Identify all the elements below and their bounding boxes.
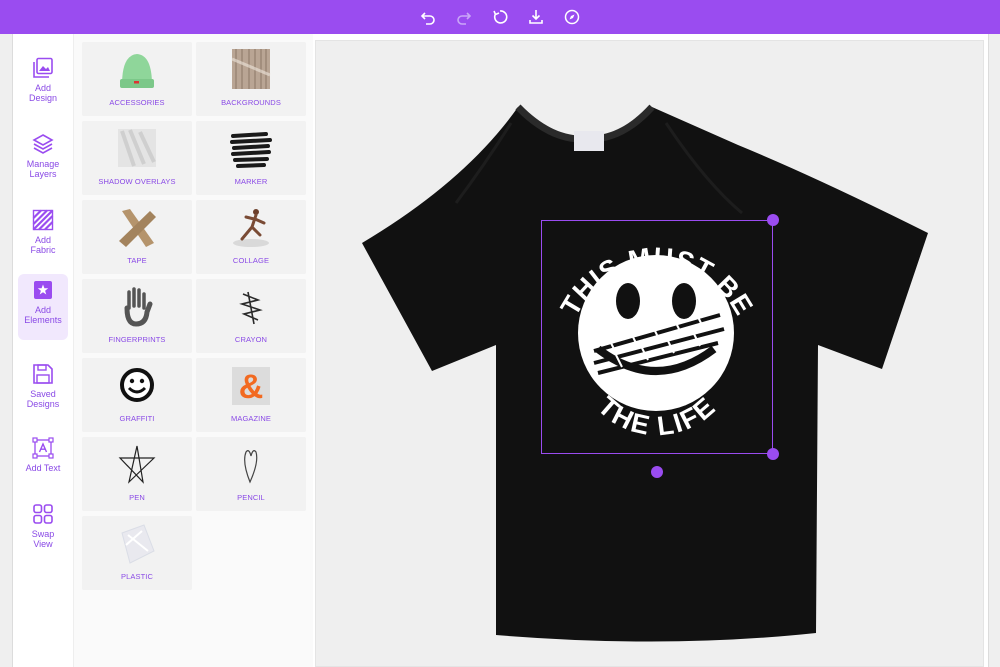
plastic-wrap-icon <box>121 524 155 564</box>
sidebar-item-label: Saved Designs <box>26 389 60 409</box>
element-tile-label: CRAYON <box>234 335 268 344</box>
crayon-scribble-icon <box>239 291 263 325</box>
neck-label <box>574 131 604 151</box>
sidebar-item-label: Add Elements <box>24 305 62 325</box>
marker-scribble-icon <box>230 132 272 168</box>
element-tile-fingerprints[interactable]: FINGERPRINTS <box>82 279 192 353</box>
collage-figure-icon <box>233 209 269 247</box>
graffiti-smiley-icon <box>120 368 154 402</box>
element-tile-label: MARKER <box>234 177 268 186</box>
element-tile-pencil[interactable]: PENCIL <box>196 437 306 511</box>
sidebar-item-add-fabric[interactable]: Add Fabric <box>18 204 68 270</box>
redo-icon <box>457 12 472 25</box>
sidebar-item-manage-layers[interactable]: Manage Layers <box>18 128 68 194</box>
element-tile-label: FINGERPRINTS <box>108 335 166 344</box>
sidebar-rail: Add Design Manage Layers Add Fabric Add … <box>13 34 73 667</box>
element-tile-pen[interactable]: PEN <box>82 437 192 511</box>
editor-frame: Add Design Manage Layers Add Fabric Add … <box>12 34 989 667</box>
element-tile-label: TAPE <box>127 256 147 265</box>
rotate-handle-top-right[interactable] <box>767 214 779 226</box>
sidebar-item-label: Manage Layers <box>26 159 60 179</box>
sidebar-item-label: Add Text <box>25 463 61 473</box>
pen-star-icon <box>118 445 156 484</box>
element-tile-accessories[interactable]: ACCESSORIES <box>82 42 192 116</box>
element-tile-label: GRAFFITI <box>119 414 155 423</box>
element-tile-label: COLLAGE <box>232 256 270 265</box>
element-tile-label: PLASTIC <box>121 572 153 581</box>
sidebar-item-add-text[interactable]: Add Text <box>18 432 68 498</box>
element-tile-crayon[interactable]: CRAYON <box>196 279 306 353</box>
sidebar-item-label: Swap View <box>31 529 55 549</box>
star-square-icon <box>34 281 52 299</box>
element-tile-shadow-overlays[interactable]: SHADOW OVERLAYS <box>82 121 192 195</box>
svg-text:&: & <box>239 368 264 406</box>
wood-texture-icon <box>231 49 271 89</box>
explore-button[interactable] <box>563 8 581 26</box>
element-tile-graffiti[interactable]: GRAFFITI <box>82 358 192 432</box>
undo-button[interactable] <box>419 8 437 26</box>
sidebar-item-add-elements[interactable]: Add Elements <box>18 274 68 340</box>
sidebar-item-label: Add Fabric <box>30 235 56 255</box>
grid-icon <box>33 504 53 524</box>
element-tile-magazine[interactable]: & MAGAZINE <box>196 358 306 432</box>
reset-button[interactable] <box>491 8 509 26</box>
selection-box[interactable] <box>541 220 773 454</box>
resize-handle-bottom-right[interactable] <box>767 448 779 460</box>
compass-icon <box>564 9 580 25</box>
sidebar-item-add-design[interactable]: Add Design <box>18 52 68 118</box>
undo-icon <box>420 12 435 25</box>
element-tile-backgrounds[interactable]: BACKGROUNDS <box>196 42 306 116</box>
handprint-icon <box>124 287 153 327</box>
pencil-heart-icon <box>244 450 258 484</box>
download-button[interactable] <box>527 8 545 26</box>
redo-button[interactable] <box>455 8 473 26</box>
top-toolbar <box>0 0 1000 34</box>
fabric-stripes-icon <box>32 209 54 231</box>
sidebar-item-saved-designs[interactable]: Saved Designs <box>18 358 68 424</box>
tape-cross-icon <box>119 209 156 247</box>
elements-panel: ACCESSORIES BACKGROUNDS SHADOW OVERLAYS … <box>73 34 313 667</box>
layers-icon <box>32 134 54 154</box>
image-stack-icon <box>33 57 53 78</box>
beanie-icon <box>120 54 154 88</box>
element-tile-label: SHADOW OVERLAYS <box>98 177 176 186</box>
text-box-icon <box>32 437 54 459</box>
sidebar-item-swap-view[interactable]: Swap View <box>18 498 68 564</box>
element-tile-marker[interactable]: MARKER <box>196 121 306 195</box>
element-tile-tape[interactable]: TAPE <box>82 200 192 274</box>
download-icon <box>529 10 543 24</box>
element-tile-label: ACCESSORIES <box>109 98 165 107</box>
element-tile-label: BACKGROUNDS <box>221 98 281 107</box>
element-tile-plastic[interactable]: PLASTIC <box>82 516 192 590</box>
element-tile-collage[interactable]: COLLAGE <box>196 200 306 274</box>
sidebar-item-label: Add Design <box>28 83 57 103</box>
element-tile-label: MAGAZINE <box>231 414 271 423</box>
element-tile-label: PENCIL <box>237 493 265 502</box>
reset-icon <box>493 10 508 24</box>
save-icon <box>33 364 53 384</box>
element-tile-label: PEN <box>129 493 145 502</box>
shadow-overlay-icon <box>118 129 156 167</box>
design-canvas[interactable]: THIS MUST BE THE LIFE <box>315 40 984 667</box>
move-handle-bottom[interactable] <box>651 466 663 478</box>
magazine-ampersand-icon: & <box>232 367 270 406</box>
